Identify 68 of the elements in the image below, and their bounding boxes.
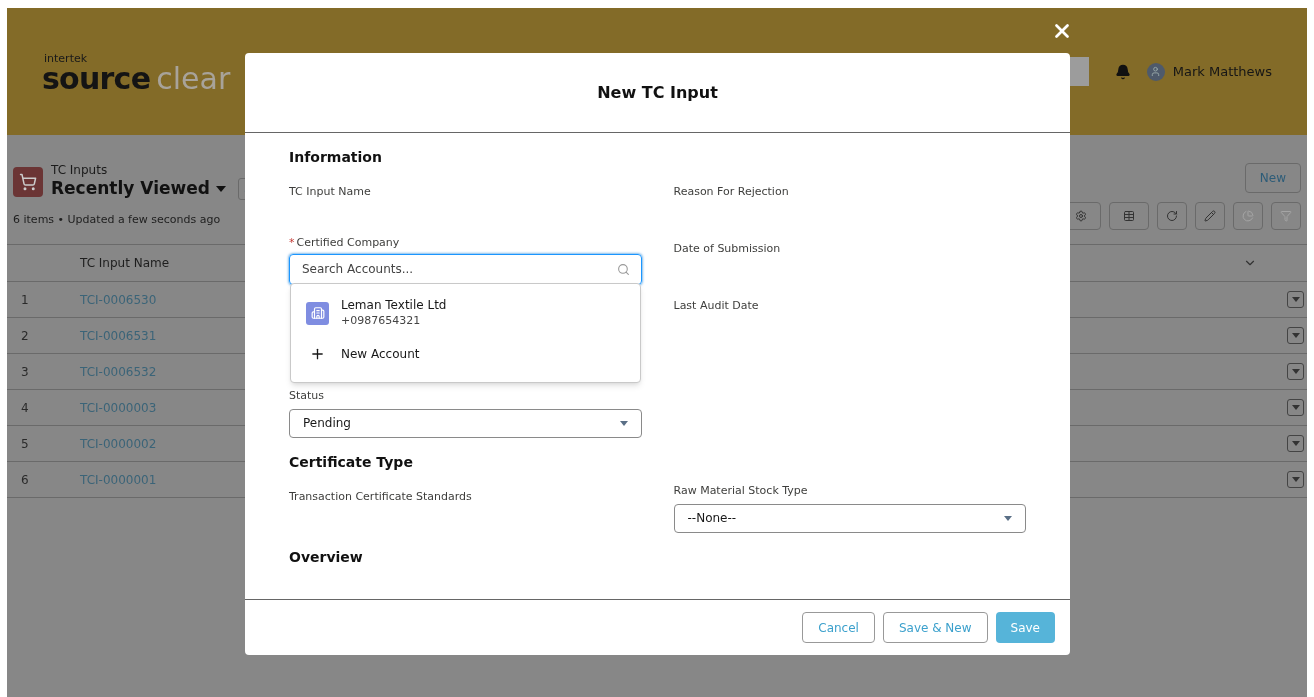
field-label: Status xyxy=(289,388,326,404)
user-name[interactable]: Mark Matthews xyxy=(1172,61,1272,82)
row-number: 6 xyxy=(20,471,30,489)
table-button[interactable] xyxy=(1109,202,1149,230)
caret-icon xyxy=(1004,515,1012,521)
list-summary: 6 items • Updated a few seconds ago xyxy=(13,212,222,228)
required-asterisk: * xyxy=(289,235,295,251)
pencil-button[interactable] xyxy=(1195,202,1225,230)
row-number: 1 xyxy=(20,291,30,309)
row-action-button[interactable] xyxy=(1287,435,1304,452)
logo-wordmark: source xyxy=(42,64,151,94)
row-number: 2 xyxy=(20,327,30,345)
section-title: Information xyxy=(289,148,383,167)
object-label: TC Inputs xyxy=(51,163,109,178)
record-link[interactable]: TCI-0006530 xyxy=(80,290,157,309)
avatar-icon[interactable] xyxy=(1146,62,1165,81)
field-label: TC Input Name xyxy=(289,185,371,198)
gear-icon xyxy=(1075,210,1087,222)
pencil-icon xyxy=(1204,210,1216,222)
account-option[interactable]: Leman Textile Ltd +0987654321 xyxy=(291,294,640,332)
cart-icon xyxy=(13,166,43,197)
caret-icon xyxy=(215,186,226,192)
logo-tagline: intertek xyxy=(44,53,89,64)
logo-accent: clear xyxy=(156,64,231,94)
record-link[interactable]: TCI-0006531 xyxy=(80,326,157,345)
building-icon xyxy=(306,301,329,325)
section-title: Overview xyxy=(289,548,364,567)
new-account-option[interactable]: New Account xyxy=(291,336,640,372)
modal-title: New TC Input xyxy=(597,81,718,104)
filter-icon xyxy=(1280,210,1292,222)
row-number: 4 xyxy=(20,399,30,417)
row-number: 5 xyxy=(20,435,30,453)
section-title: Certificate Type xyxy=(289,453,414,472)
footer-button[interactable]: Save & New xyxy=(882,612,988,643)
new-button[interactable]: New xyxy=(1244,163,1301,193)
select-field[interactable]: Pending xyxy=(289,408,642,438)
table-icon xyxy=(1123,210,1135,222)
save-button[interactable]: Save xyxy=(995,612,1055,643)
pie-chart-button[interactable] xyxy=(1233,202,1263,230)
field-label: Reason For Rejection xyxy=(673,185,789,198)
field-label: Certified Company xyxy=(296,235,400,251)
field-label: Raw Material Stock Type xyxy=(673,483,809,499)
record-link[interactable]: TCI-0000002 xyxy=(80,434,157,453)
list-view-selector[interactable]: Recently Viewed xyxy=(51,178,210,200)
footer-button[interactable]: Cancel xyxy=(802,612,875,643)
select-field[interactable]: --None-- xyxy=(673,503,1026,533)
record-link[interactable]: TCI-0000001 xyxy=(80,470,157,489)
caret-icon xyxy=(619,420,628,426)
record-link[interactable]: TCI-0000003 xyxy=(80,398,157,417)
field-label: Date of Submission xyxy=(673,242,781,255)
field-label: Last Audit Date xyxy=(673,299,759,312)
record-link[interactable]: TCI-0006532 xyxy=(80,362,157,381)
field-label: Transaction Certificate Standards xyxy=(289,490,472,503)
refresh-button[interactable] xyxy=(1157,202,1187,230)
bell-icon[interactable] xyxy=(1114,63,1131,80)
row-action-button[interactable] xyxy=(1287,471,1304,488)
pie-chart-icon xyxy=(1242,210,1254,222)
row-action-button[interactable] xyxy=(1287,291,1304,308)
row-number: 3 xyxy=(20,363,30,381)
row-action-button[interactable] xyxy=(1287,363,1304,380)
search-icon xyxy=(616,262,630,276)
account-phone: +0987654321 xyxy=(341,313,422,329)
account-name: Leman Textile Ltd xyxy=(341,297,447,313)
column-header[interactable]: TC Input Name xyxy=(80,254,170,272)
row-action-button[interactable] xyxy=(1287,399,1304,416)
refresh-icon xyxy=(1166,210,1178,222)
row-action-button[interactable] xyxy=(1287,327,1304,344)
filter-button[interactable] xyxy=(1271,202,1301,230)
